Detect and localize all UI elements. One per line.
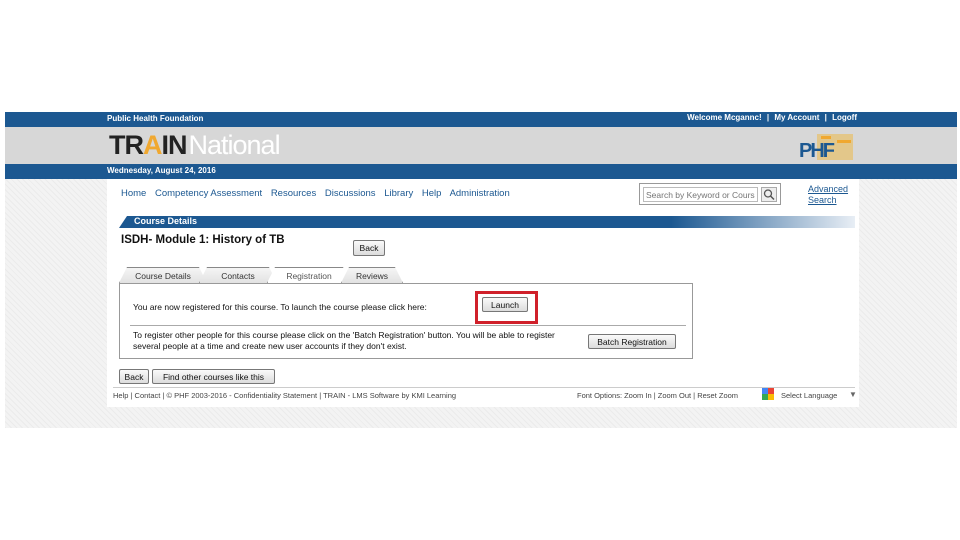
nav-resources[interactable]: Resources (271, 188, 316, 199)
advanced-search-link[interactable]: Advanced Search (808, 184, 858, 206)
current-date: Wednesday, August 24, 2016 (107, 166, 216, 175)
svg-text:PHF: PHF (799, 140, 835, 162)
search-button[interactable] (761, 187, 777, 202)
logo-train: TRAIN (109, 130, 188, 160)
separator: | (824, 113, 827, 122)
search-box (639, 183, 781, 205)
search-icon (763, 189, 775, 201)
nav-home[interactable]: Home (121, 188, 146, 199)
top-bar: Public Health Foundation Welcome Mcgannc… (5, 112, 957, 127)
batch-registration-message: To register other people for this course… (133, 330, 555, 351)
tab-course-details[interactable]: Course Details (119, 267, 207, 283)
tab-reviews[interactable]: Reviews (341, 267, 403, 283)
org-name: Public Health Foundation (107, 114, 204, 123)
divider (130, 325, 686, 326)
highlight-box (475, 291, 538, 324)
google-translate-icon (762, 388, 774, 400)
section-header: Course Details (119, 216, 855, 228)
registration-message: You are now registered for this course. … (133, 302, 427, 312)
language-select[interactable]: Select Language (781, 391, 837, 400)
batch-registration-button[interactable]: Batch Registration (588, 334, 676, 349)
phf-logo: PHF (799, 134, 853, 162)
account-links: Welcome Mcgannc! | My Account | Logoff (687, 113, 857, 122)
nav-discussions[interactable]: Discussions (325, 188, 376, 199)
find-similar-courses-button[interactable]: Find other courses like this (152, 369, 275, 384)
nav-competency-assessment[interactable]: Competency Assessment (155, 188, 262, 199)
back-button-bottom[interactable]: Back (119, 369, 149, 384)
nav-administration[interactable]: Administration (450, 188, 510, 199)
separator: | (766, 113, 770, 122)
search-input[interactable] (643, 187, 758, 202)
tab-contacts[interactable]: Contacts (199, 267, 277, 283)
nav-help[interactable]: Help (422, 188, 442, 199)
tab-registration[interactable]: Registration (267, 267, 351, 283)
welcome-text: Welcome Mcgannc! (687, 113, 762, 122)
main-nav: Home Competency Assessment Resources Dis… (121, 188, 516, 199)
train-national-logo: TRAINNational (109, 130, 281, 160)
logoff-link[interactable]: Logoff (832, 113, 857, 122)
back-button-top[interactable]: Back (353, 240, 385, 256)
my-account-link[interactable]: My Account (774, 113, 819, 122)
footer-divider (113, 387, 855, 388)
nav-library[interactable]: Library (384, 188, 413, 199)
section-title: Course Details (134, 216, 198, 226)
course-title: ISDH- Module 1: History of TB (121, 234, 285, 246)
logo-national: National (188, 130, 281, 160)
font-options[interactable]: Font Options: Zoom In | Zoom Out | Reset… (577, 391, 738, 400)
footer-links[interactable]: Help | Contact | © PHF 2003-2016 - Confi… (113, 391, 456, 400)
date-bar: Wednesday, August 24, 2016 (5, 164, 957, 179)
browser-screenshot: Public Health Foundation Welcome Mcgannc… (5, 112, 957, 428)
chevron-down-icon[interactable]: ▼ (849, 390, 857, 399)
header-banner: TRAINNational PHF (5, 127, 957, 164)
